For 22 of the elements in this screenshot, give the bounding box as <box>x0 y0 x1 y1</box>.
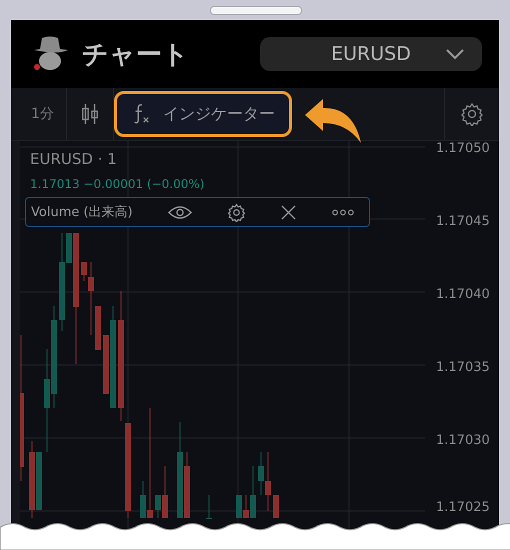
price-label: 1.17030 <box>435 433 491 449</box>
symbol-label: EURUSD · 1 <box>30 149 118 169</box>
chevron-down-icon <box>445 48 465 60</box>
indicators-button[interactable]: インジケーター <box>114 91 292 137</box>
settings-icon[interactable] <box>226 202 246 222</box>
price-label: 1.17050 <box>435 141 491 157</box>
screen-title: チャート <box>82 38 189 72</box>
eye-icon[interactable] <box>168 204 192 220</box>
price-label: 1.17025 <box>435 500 491 516</box>
candlestick <box>206 494 212 519</box>
price-label: 1.17045 <box>435 214 491 230</box>
indicator-name: Volume (出来高) <box>31 204 133 221</box>
price-label: 1.17035 <box>435 360 491 376</box>
symbol-dropdown[interactable]: EURUSD <box>260 37 482 71</box>
more-icon[interactable] <box>330 208 355 216</box>
price-label: 1.17040 <box>435 287 491 303</box>
candlestick <box>273 494 279 518</box>
close-icon[interactable] <box>280 204 296 220</box>
interval-button[interactable]: 1分 <box>19 94 66 134</box>
candlestick-icon <box>80 103 100 125</box>
price-quote: 1.17013 −0.00001 (−0.00%) <box>30 176 206 193</box>
settings-icon <box>460 102 484 126</box>
